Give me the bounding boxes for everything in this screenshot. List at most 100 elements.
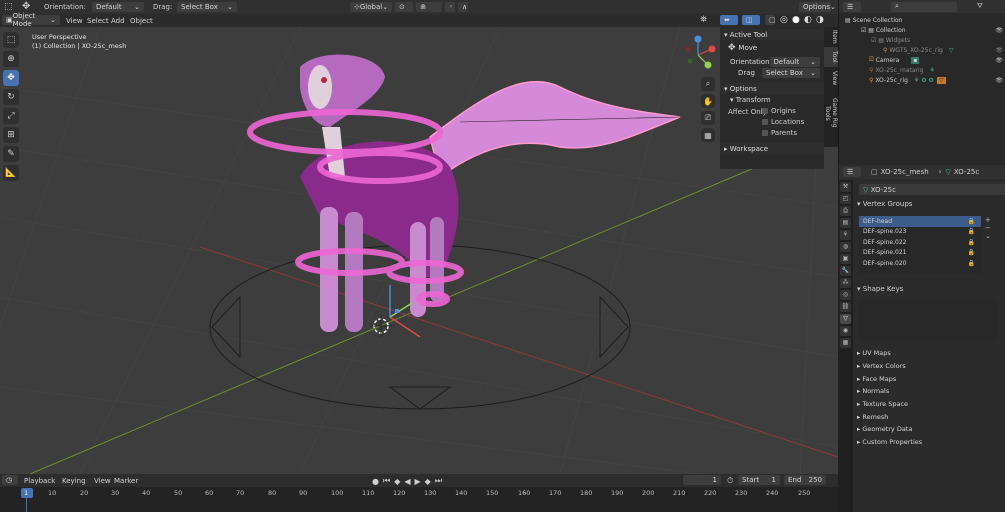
transform-subheader[interactable]: ▾ Transform <box>720 94 824 105</box>
display-mode-dropdown[interactable]: ☰ <box>843 1 861 12</box>
tab-game-rig-tools[interactable]: Game Rig Tools <box>824 89 838 137</box>
drag-dropdown[interactable]: Select Box ⌄ <box>762 67 820 78</box>
navigation-gizmo[interactable] <box>682 35 718 75</box>
remove-icon[interactable]: − <box>985 224 993 232</box>
measure-icon[interactable]: 📐 <box>3 165 19 181</box>
gizmo-toggle[interactable]: ⬌ <box>720 15 738 25</box>
jump-end-icon[interactable]: ⏭ <box>435 476 442 486</box>
stopwatch-icon[interactable]: ⏱ <box>727 476 733 486</box>
xray-toggle[interactable]: ▢ <box>765 15 776 25</box>
eye-icon[interactable]: 👁 <box>995 57 1003 64</box>
eye-icon[interactable]: 👁 <box>995 27 1003 34</box>
current-frame-field[interactable]: 1 <box>683 475 721 485</box>
play-icon[interactable]: ▶ <box>415 477 421 486</box>
lock-icon[interactable]: 🔒 <box>968 218 975 225</box>
lock-icon[interactable]: 🔒 <box>968 249 975 256</box>
panel-face-maps[interactable]: ▸ Face Maps <box>839 372 1005 385</box>
proportional-falloff-dropdown[interactable]: ∧ <box>458 2 468 12</box>
constraints-icon[interactable]: ⛓ <box>840 302 851 312</box>
filter-icon[interactable]: ⛛ <box>977 2 983 11</box>
panel-normals[interactable]: ▸ Normals <box>839 385 1005 398</box>
options-dropdown[interactable]: Options ⌄ <box>799 2 836 12</box>
rotate-icon[interactable]: ↻ <box>3 89 19 105</box>
outliner-search[interactable]: ⌕ <box>891 1 957 12</box>
mesh-data-icon[interactable]: ▽ <box>840 314 851 324</box>
outliner-item-rig[interactable]: ⚲ XO-25c_rig ⚘ ⚙ ⚙ ▽ 👁 <box>839 75 1005 85</box>
grid-icon[interactable]: ▦ <box>701 128 715 142</box>
transform-icon[interactable]: ⊞ <box>3 127 19 143</box>
cursor-icon[interactable]: ⊕ <box>3 51 19 67</box>
checkbox-locations[interactable]: Locations <box>762 118 804 126</box>
annotate-icon[interactable]: ✎ <box>3 146 19 162</box>
lock-icon[interactable]: 🔒 <box>968 228 975 235</box>
next-keyframe-icon[interactable]: ◆ <box>425 477 431 486</box>
physics-icon[interactable]: ◎ <box>840 290 851 300</box>
prev-keyframe-icon[interactable]: ◆ <box>394 477 400 486</box>
menu-keying[interactable]: Keying <box>58 477 90 485</box>
list-item[interactable]: DEF-spine.023 🔒 <box>859 227 981 238</box>
mode-dropdown[interactable]: ▣ Object Mode ⌄ <box>2 12 60 28</box>
panel-custom-properties[interactable]: ▸ Custom Properties <box>839 436 1005 449</box>
chevron-down-icon[interactable]: ⌄ <box>985 232 993 240</box>
world-icon[interactable]: ◍ <box>840 242 851 252</box>
texture-icon[interactable]: ▦ <box>840 338 851 348</box>
tab-view[interactable]: View <box>824 67 838 89</box>
modifier-icon[interactable]: 🔧 <box>840 266 851 276</box>
tab-tool[interactable]: Tool <box>824 47 838 67</box>
pivot-dropdown[interactable]: ⊙ <box>395 2 413 12</box>
list-item[interactable]: DEF-spine.020 🔒 <box>859 258 981 269</box>
orientation-dropdown[interactable]: Default ⌄ <box>769 56 820 67</box>
3d-viewport[interactable]: User Perspective (1) Collection | XO-25c… <box>0 27 838 474</box>
zoom-icon[interactable]: ⌕ <box>701 77 715 91</box>
active-tool-row[interactable]: ✥ Move <box>720 40 824 56</box>
menu-marker[interactable]: Marker <box>110 477 142 485</box>
view-layer-icon[interactable]: ▤ <box>840 218 851 228</box>
checkbox-origins[interactable]: Origins <box>762 107 796 115</box>
output-icon[interactable]: ⎙ <box>840 206 851 216</box>
panel-geometry-data[interactable]: ▸ Geometry Data <box>839 423 1005 436</box>
tab-item[interactable]: Item <box>824 27 838 47</box>
shading-wireframe-icon[interactable]: ◎ <box>780 15 788 25</box>
shading-rendered-icon[interactable]: ◑ <box>816 15 824 25</box>
editor-type-dropdown[interactable]: ☰ <box>843 167 861 177</box>
panel-uv-maps[interactable]: ▸ UV Maps <box>839 347 1005 360</box>
eye-icon[interactable]: 👁 <box>995 47 1003 54</box>
editor-type-dropdown[interactable]: ◷ <box>2 475 18 485</box>
timeline-ruler[interactable]: 1 10 20 30 40 50 60 70 80 90 100 110 120 130 140 150 160… <box>0 487 838 512</box>
shape-keys-list[interactable] <box>859 300 997 340</box>
menu-object[interactable]: Object <box>126 17 157 25</box>
list-item[interactable]: DEF-head 🔒 <box>859 216 981 227</box>
object-icon[interactable]: ▣ <box>840 254 851 264</box>
panel-remesh[interactable]: ▸ Remesh <box>839 410 1005 423</box>
vertex-groups-header[interactable]: ▾ Vertex Groups <box>857 200 912 208</box>
add-icon[interactable]: + <box>985 216 993 224</box>
shape-keys-header[interactable]: ▾ Shape Keys <box>857 285 903 293</box>
outliner-item-camera[interactable]: ⎚ Camera ▪ 👁 <box>839 55 1005 65</box>
transform-orientation-dropdown[interactable]: ⊹ Global ⌄ <box>350 2 392 12</box>
move-tool-icon[interactable]: ✥ <box>22 1 30 12</box>
render-icon[interactable]: ◰ <box>840 194 851 204</box>
shading-material-icon[interactable]: ◐ <box>804 15 812 25</box>
pan-hand-icon[interactable]: ✋ <box>701 94 715 108</box>
play-reverse-icon[interactable]: ◀ <box>404 477 410 486</box>
list-item[interactable]: DEF-spine.022 🔒 <box>859 237 981 248</box>
tool-settings-icon[interactable]: ⚒ <box>840 182 851 192</box>
start-frame-field[interactable]: Start 1 <box>738 475 780 485</box>
outliner-item-scene-collection[interactable]: ▤ Scene Collection <box>839 15 1005 25</box>
record-icon[interactable]: ● <box>372 477 379 486</box>
particles-icon[interactable]: ⁂ <box>840 278 851 288</box>
checkbox-parents[interactable]: Parents <box>762 129 797 137</box>
panel-vertex-colors[interactable]: ▸ Vertex Colors <box>839 360 1005 373</box>
active-tool-header[interactable]: ▾ Active Tool <box>720 29 824 40</box>
snap-dropdown[interactable]: ⋒ <box>416 2 442 12</box>
outliner-item-wgts-rig[interactable]: ⚲ WGTS_XO-25c_rig ▽ 👁 <box>839 45 1005 55</box>
workspace-header[interactable]: ▸ Workspace <box>720 143 824 154</box>
orientation-dropdown[interactable]: Default ⌄ <box>92 2 144 12</box>
lock-icon[interactable]: 🔒 <box>968 260 975 267</box>
camera-icon[interactable]: ⎚ <box>701 111 715 125</box>
material-icon[interactable]: ◉ <box>840 326 851 336</box>
jump-start-icon[interactable]: ⏮ <box>383 476 390 486</box>
options-header[interactable]: ▾ Options <box>720 83 824 94</box>
list-item[interactable]: DEF-spine.021 🔒 <box>859 248 981 259</box>
select-box-icon[interactable]: ⬚ <box>3 32 19 48</box>
